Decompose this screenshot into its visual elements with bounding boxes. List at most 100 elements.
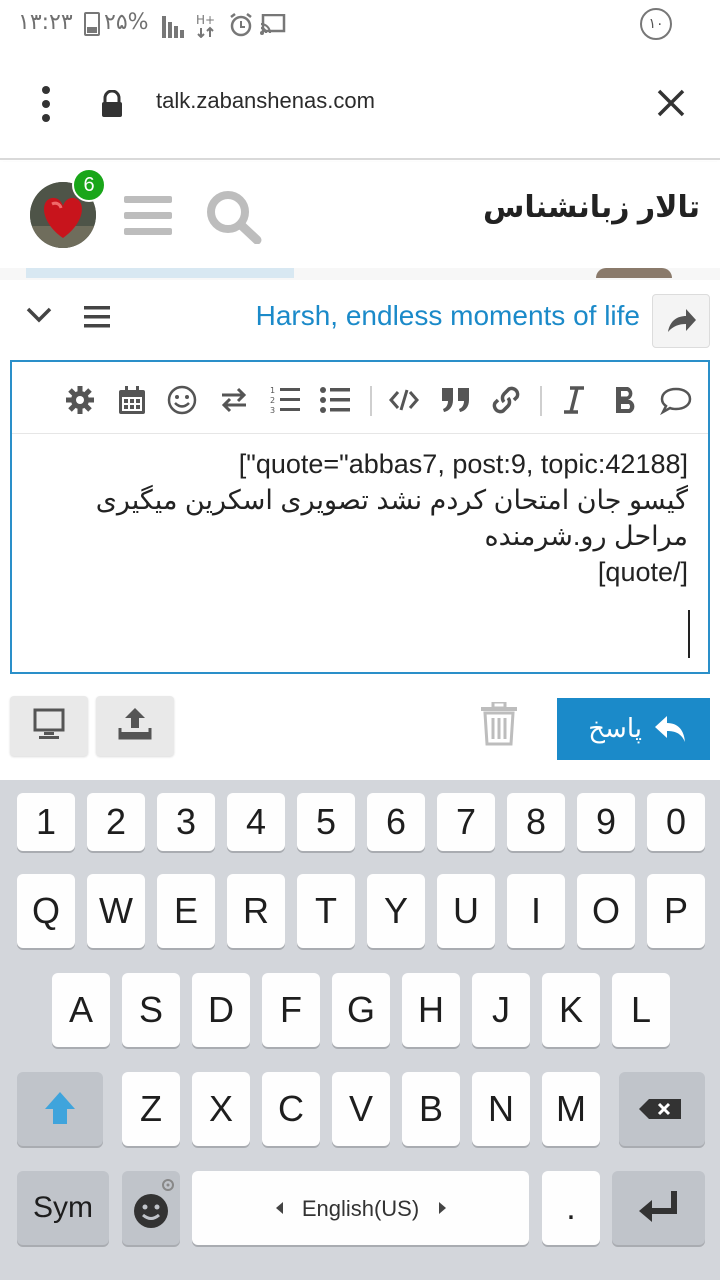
swap-arrows-icon[interactable]: [218, 384, 250, 416]
key[interactable]: Q: [17, 874, 75, 948]
sym-key[interactable]: Sym: [17, 1171, 109, 1245]
url-text[interactable]: talk.zabanshenas.com: [156, 88, 375, 114]
key[interactable]: 8: [507, 793, 565, 851]
key[interactable]: Z: [122, 1072, 180, 1146]
search-icon[interactable]: [206, 190, 262, 244]
key[interactable]: O: [577, 874, 635, 948]
link-icon[interactable]: [490, 384, 522, 416]
upload-button[interactable]: [96, 696, 174, 756]
key[interactable]: 0: [647, 793, 705, 851]
list-menu-icon[interactable]: [84, 306, 110, 328]
key[interactable]: R: [227, 874, 285, 948]
bullet-list-icon[interactable]: [320, 384, 352, 416]
hamburger-menu-icon[interactable]: [124, 196, 172, 236]
key[interactable]: K: [542, 973, 600, 1047]
key[interactable]: C: [262, 1072, 320, 1146]
key[interactable]: H: [402, 973, 460, 1047]
key[interactable]: B: [402, 1072, 460, 1146]
key[interactable]: A: [52, 973, 110, 1047]
key[interactable]: I: [507, 874, 565, 948]
arrow-left-icon: [276, 1202, 283, 1214]
signal-icon: [162, 12, 190, 38]
data-hplus-icon: H+: [196, 12, 216, 38]
key[interactable]: 9: [577, 793, 635, 851]
editor-line: مراحل رو.شرمنده: [484, 521, 688, 551]
key[interactable]: E: [157, 874, 215, 948]
topic-title[interactable]: Harsh, endless moments of life: [256, 300, 640, 332]
key[interactable]: U: [437, 874, 495, 948]
key-label: Y: [383, 890, 408, 931]
desktop-view-button[interactable]: [10, 696, 88, 756]
close-tab-icon[interactable]: [656, 88, 686, 118]
key[interactable]: P: [647, 874, 705, 948]
shift-arrow-icon: [45, 1092, 75, 1124]
key[interactable]: 7: [437, 793, 495, 851]
share-button[interactable]: [652, 294, 710, 348]
key[interactable]: 4: [227, 793, 285, 851]
status-bar: ۱۳:۲۳ ۲۵% H+ ۱۰: [0, 0, 720, 50]
backspace-key[interactable]: [619, 1072, 705, 1146]
svg-text:1: 1: [270, 386, 275, 395]
notification-count-badge: ۱۰: [640, 8, 672, 40]
backspace-icon: [639, 1099, 681, 1119]
key[interactable]: 5: [297, 793, 355, 851]
battery-icon: [84, 12, 100, 36]
key[interactable]: J: [472, 973, 530, 1047]
key-label: U: [453, 890, 479, 931]
key-label: G: [346, 989, 375, 1030]
code-icon[interactable]: [388, 384, 420, 416]
key[interactable]: X: [192, 1072, 250, 1146]
key[interactable]: 3: [157, 793, 215, 851]
emoji-key[interactable]: [122, 1171, 180, 1245]
key-label: 4: [245, 801, 267, 842]
key[interactable]: L: [612, 973, 670, 1047]
key[interactable]: S: [122, 973, 180, 1047]
key[interactable]: N: [472, 1072, 530, 1146]
key-label: L: [630, 989, 652, 1030]
svg-text:3: 3: [270, 406, 275, 415]
key[interactable]: F: [262, 973, 320, 1047]
key-label: D: [208, 989, 234, 1030]
post-editor[interactable]: 123 ["quote="abbas7, post:9, topic:42188…: [10, 360, 710, 674]
toolbar-separator: [540, 386, 542, 416]
speech-bubble-icon[interactable]: [660, 384, 692, 416]
gear-icon[interactable]: [64, 384, 96, 416]
key[interactable]: T: [297, 874, 355, 948]
key[interactable]: 6: [367, 793, 425, 851]
key-label: N: [488, 1088, 514, 1129]
key[interactable]: D: [192, 973, 250, 1047]
browser-url-bar: talk.zabanshenas.com: [0, 50, 720, 160]
key[interactable]: 1: [17, 793, 75, 851]
key[interactable]: Y: [367, 874, 425, 948]
key[interactable]: M: [542, 1072, 600, 1146]
period-key[interactable]: .: [542, 1171, 600, 1245]
ordered-list-icon[interactable]: 123: [270, 384, 302, 416]
editor-content[interactable]: ["quote="abbas7, post:9, topic:42188] گی…: [28, 446, 688, 590]
collapse-chevron-icon[interactable]: [26, 306, 52, 324]
bold-icon[interactable]: [610, 384, 642, 416]
arrow-right-icon: [439, 1202, 446, 1214]
italic-icon[interactable]: [558, 384, 590, 416]
reply-button[interactable]: پاسخ: [557, 698, 710, 760]
key-label: B: [418, 1088, 443, 1129]
shift-key[interactable]: [17, 1072, 103, 1146]
key-label: H: [418, 989, 444, 1030]
key[interactable]: W: [87, 874, 145, 948]
key-label: A: [68, 989, 93, 1030]
key[interactable]: V: [332, 1072, 390, 1146]
key-label: 1: [35, 801, 57, 842]
site-title[interactable]: تالار زبانشناس: [483, 190, 700, 225]
key-label: 0: [665, 801, 687, 842]
trash-icon[interactable]: [480, 702, 518, 746]
notification-badge[interactable]: 6: [72, 168, 106, 202]
more-options-icon[interactable]: [38, 86, 54, 122]
quote-icon[interactable]: [440, 384, 472, 416]
enter-key[interactable]: [612, 1171, 705, 1245]
toolbar-separator: [370, 386, 372, 416]
key[interactable]: G: [332, 973, 390, 1047]
emoji-icon[interactable]: [166, 384, 198, 416]
space-key[interactable]: English(US): [192, 1171, 529, 1245]
calendar-icon[interactable]: [116, 384, 148, 416]
key-label: O: [591, 890, 620, 931]
key[interactable]: 2: [87, 793, 145, 851]
